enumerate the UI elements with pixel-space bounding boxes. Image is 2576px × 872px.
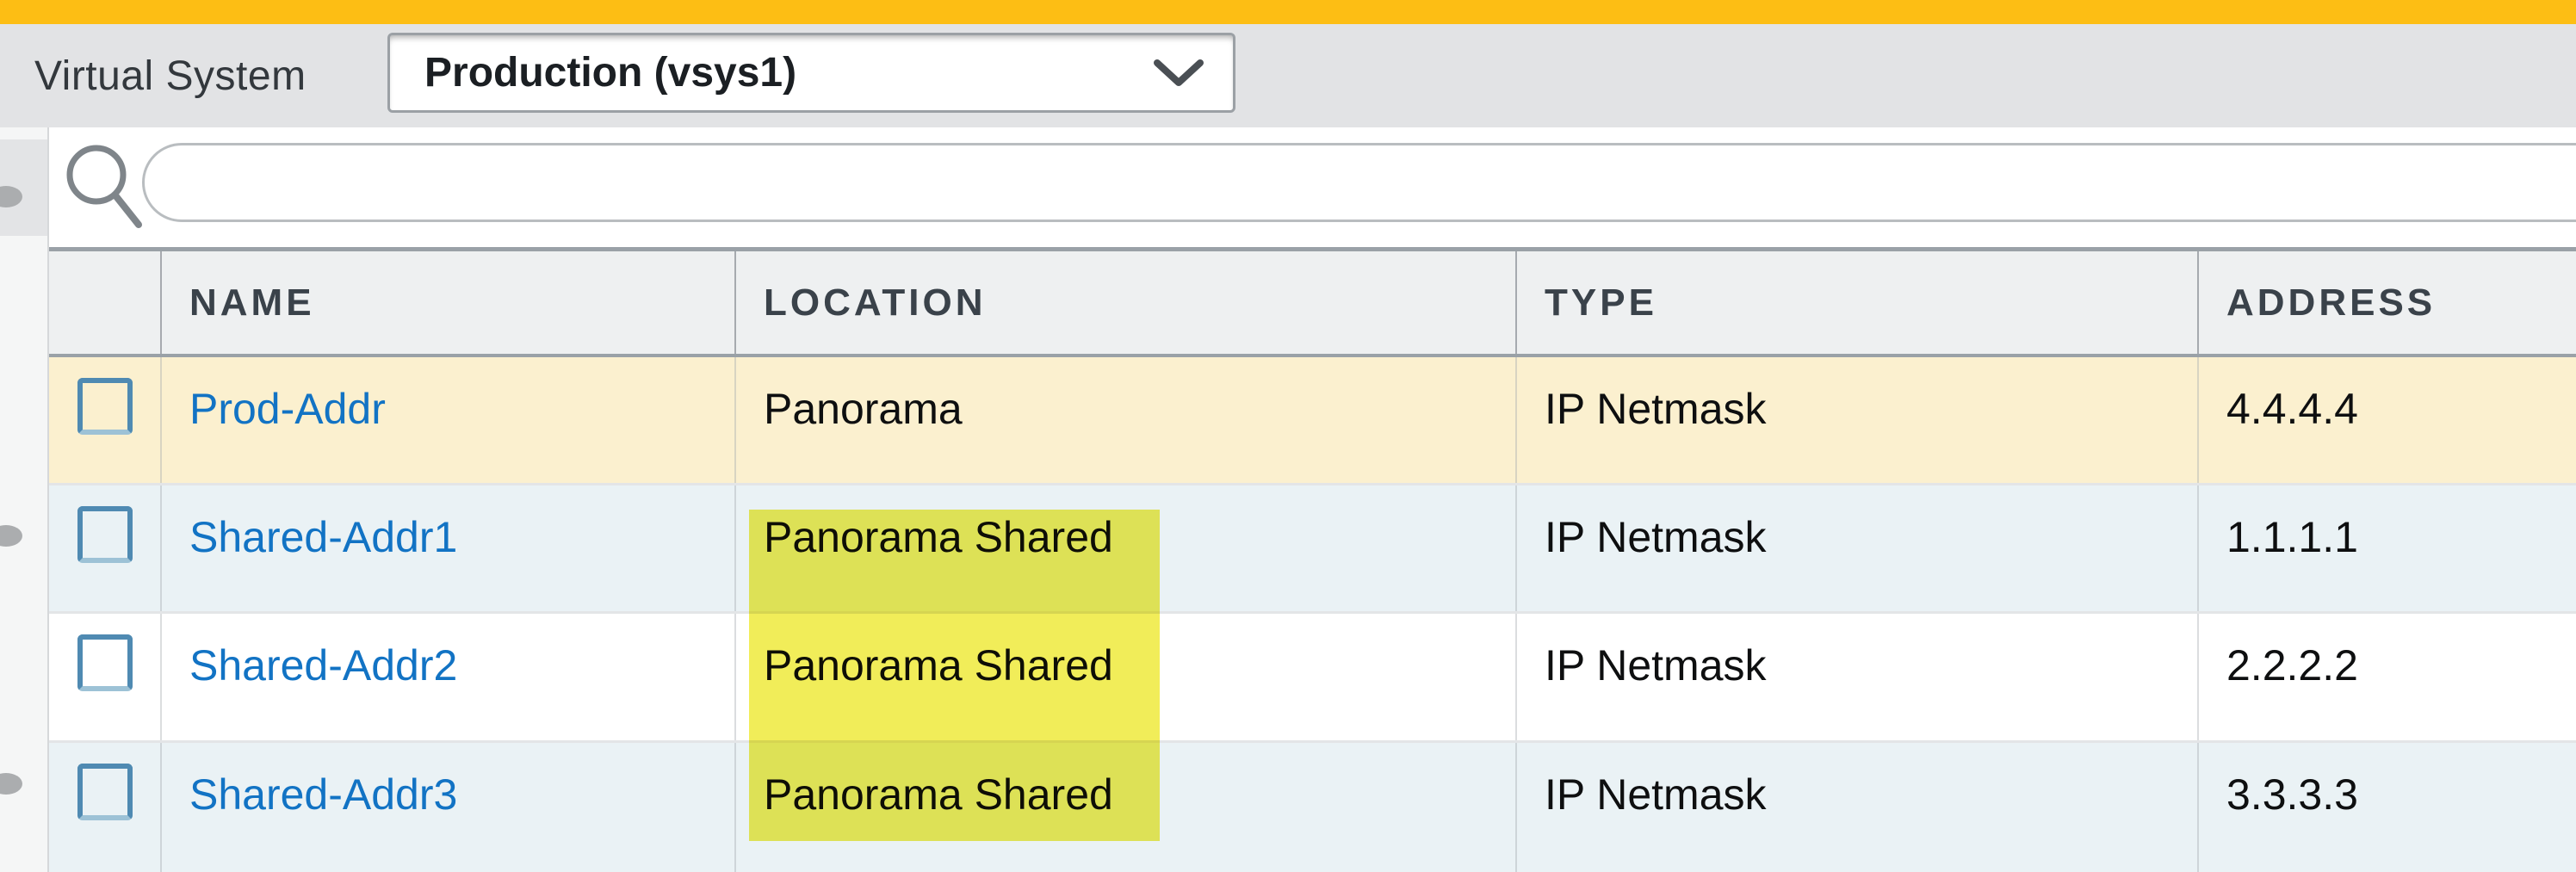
name-cell: Prod-Addr <box>160 357 734 483</box>
type-cell: IP Netmask <box>1515 357 2197 483</box>
table-body: Prod-Addr Panorama IP Netmask 4.4.4.4 Sh… <box>49 357 2576 872</box>
type-cell: IP Netmask <box>1515 614 2197 740</box>
address-name-link[interactable]: Prod-Addr <box>189 385 386 433</box>
row-checkbox[interactable] <box>77 506 133 563</box>
address-cell: 1.1.1.1 <box>2197 485 2576 611</box>
addresses-page: Virtual System Production (vsys1) NAME L… <box>0 0 2576 872</box>
address-name-link[interactable]: Shared-Addr2 <box>189 641 457 690</box>
chevron-down-icon <box>1154 59 1204 87</box>
column-header-type[interactable]: TYPE <box>1515 251 2197 354</box>
table-header-row: NAME LOCATION TYPE ADDRESS <box>49 247 2576 357</box>
virtual-system-label: Virtual System <box>34 24 307 127</box>
address-cell: 4.4.4.4 <box>2197 357 2576 483</box>
type-cell: IP Netmask <box>1515 743 2197 872</box>
pane-splitter-rail <box>0 127 49 872</box>
column-header-address[interactable]: ADDRESS <box>2197 251 2576 354</box>
row-checkbox[interactable] <box>77 764 133 820</box>
checkbox-cell <box>49 357 160 483</box>
column-header-location[interactable]: LOCATION <box>734 251 1515 354</box>
search-band <box>49 127 2576 247</box>
checkbox-cell <box>49 614 160 740</box>
address-cell: 3.3.3.3 <box>2197 743 2576 872</box>
splitter-handle-dot <box>0 773 22 795</box>
virtual-system-bar: Virtual System Production (vsys1) <box>0 24 2576 127</box>
virtual-system-dropdown[interactable]: Production (vsys1) <box>387 33 1235 113</box>
name-cell: Shared-Addr3 <box>160 743 734 872</box>
location-cell: Panorama <box>734 357 1515 483</box>
name-cell: Shared-Addr1 <box>160 485 734 611</box>
name-cell: Shared-Addr2 <box>160 614 734 740</box>
row-checkbox[interactable] <box>77 378 133 435</box>
search-icon <box>65 143 147 232</box>
splitter-handle-dot <box>0 525 22 547</box>
checkbox-cell <box>49 485 160 611</box>
type-cell: IP Netmask <box>1515 485 2197 611</box>
column-header-name[interactable]: NAME <box>160 251 734 354</box>
checkbox-cell <box>49 743 160 872</box>
select-all-column-header <box>49 251 160 354</box>
table-row: Prod-Addr Panorama IP Netmask 4.4.4.4 <box>49 357 2576 483</box>
table-row: Shared-Addr2 Panorama Shared IP Netmask … <box>49 611 2576 740</box>
row-checkbox[interactable] <box>77 634 133 691</box>
address-name-link[interactable]: Shared-Addr1 <box>189 513 457 561</box>
location-cell: Panorama Shared <box>734 743 1515 872</box>
top-accent-bar <box>0 0 2576 24</box>
virtual-system-selected-value: Production (vsys1) <box>424 49 796 96</box>
location-cell: Panorama Shared <box>734 485 1515 611</box>
location-cell: Panorama Shared <box>734 614 1515 740</box>
address-cell: 2.2.2.2 <box>2197 614 2576 740</box>
address-name-link[interactable]: Shared-Addr3 <box>189 770 457 819</box>
table-row: Shared-Addr3 Panorama Shared IP Netmask … <box>49 740 2576 872</box>
table-row: Shared-Addr1 Panorama Shared IP Netmask … <box>49 483 2576 611</box>
search-input[interactable] <box>142 143 2576 222</box>
